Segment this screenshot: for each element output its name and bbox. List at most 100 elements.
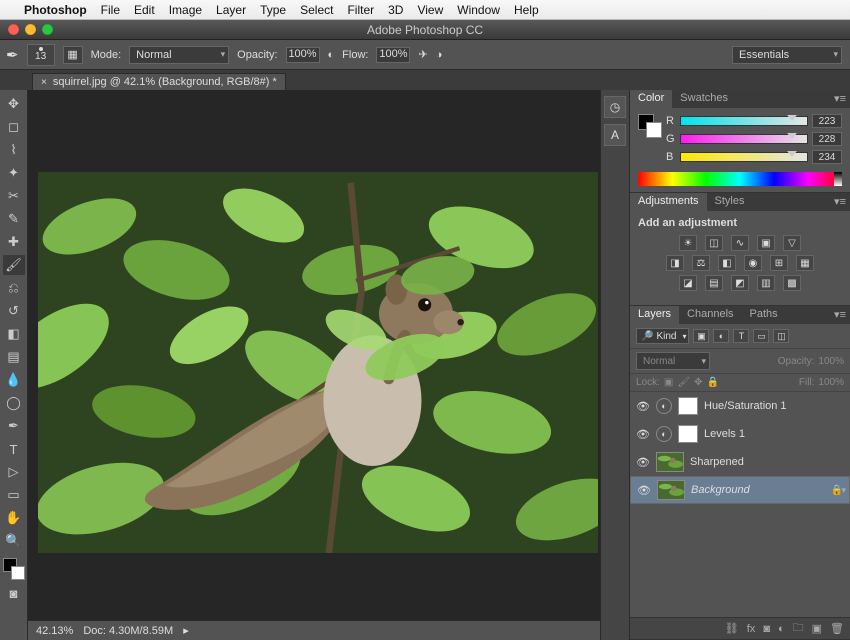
lock-pixels-icon[interactable]: 🖌 (677, 377, 690, 388)
opacity-pressure-icon[interactable]: ◐ (328, 49, 335, 61)
gradient-map-icon[interactable]: ▥ (757, 275, 775, 291)
visibility-toggle-icon[interactable]: 👁 (636, 400, 650, 413)
blur-tool[interactable]: 💧 (3, 370, 25, 390)
clone-stamp-tool[interactable]: ⎌ (3, 278, 25, 298)
tab-color[interactable]: Color (630, 90, 672, 108)
history-panel-icon[interactable]: ◷ (604, 96, 626, 118)
menu-3d[interactable]: 3D (388, 3, 403, 17)
tab-channels[interactable]: Channels (679, 306, 741, 324)
channel-mixer-icon[interactable]: ⊞ (770, 255, 788, 271)
tab-paths[interactable]: Paths (742, 306, 786, 324)
brush-tool[interactable]: 🖌 (3, 255, 25, 275)
color-panel-menu-icon[interactable]: ▾≡ (830, 90, 850, 108)
hand-tool[interactable]: ✋ (3, 508, 25, 528)
layer-mask-thumb[interactable] (678, 425, 698, 443)
filter-type-icon[interactable]: T (733, 329, 749, 343)
tab-swatches[interactable]: Swatches (672, 90, 736, 108)
menu-window[interactable]: Window (457, 3, 500, 17)
layer-fx-icon[interactable]: fx (747, 623, 756, 635)
quickmask-toggle[interactable]: ◙ (3, 583, 25, 603)
document-tab[interactable]: × squirrel.jpg @ 42.1% (Background, RGB/… (32, 73, 286, 90)
tab-adjustments[interactable]: Adjustments (630, 193, 707, 211)
hue-sat-icon[interactable]: ◨ (666, 255, 684, 271)
add-mask-icon[interactable]: ◙ (763, 623, 770, 635)
character-panel-icon[interactable]: A (604, 124, 626, 146)
dodge-tool[interactable]: ◯ (3, 393, 25, 413)
layer-row[interactable]: 👁 Background🔒 (630, 476, 850, 504)
blend-mode-select[interactable]: Normal (129, 46, 229, 64)
layer-opacity-value[interactable]: 100% (818, 356, 844, 367)
tab-styles[interactable]: Styles (707, 193, 753, 211)
gradient-tool[interactable]: ▤ (3, 347, 25, 367)
delete-layer-icon[interactable]: 🗑 (830, 622, 844, 635)
menu-image[interactable]: Image (169, 3, 202, 17)
zoom-tool[interactable]: 🔍 (3, 531, 25, 551)
menu-file[interactable]: File (101, 3, 120, 17)
visibility-toggle-icon[interactable]: 👁 (636, 456, 650, 469)
exposure-icon[interactable]: ▣ (757, 235, 775, 251)
layer-thumb[interactable] (656, 452, 684, 472)
layer-filter-kind[interactable]: 🔎Kind (636, 328, 689, 344)
new-group-icon[interactable]: 🗀 (793, 619, 804, 638)
layer-row[interactable]: 👁◐ Levels 1 (630, 420, 850, 448)
layer-row[interactable]: 👁◐ Hue/Saturation 1 (630, 392, 850, 420)
opacity-field[interactable]: 100% (286, 47, 320, 63)
lock-all-icon[interactable]: 🔒 (706, 377, 718, 388)
photo-filter-icon[interactable]: ◉ (744, 255, 762, 271)
tablet-pressure-icon[interactable]: ◑ (436, 49, 443, 61)
layers-panel-menu-icon[interactable]: ▾≡ (830, 306, 850, 324)
tab-layers[interactable]: Layers (630, 306, 679, 324)
pen-tool[interactable]: ✒ (3, 416, 25, 436)
brush-preset-picker[interactable]: 13 (27, 44, 55, 66)
color-lookup-icon[interactable]: ▦ (796, 255, 814, 271)
document-canvas[interactable] (38, 172, 598, 553)
filter-adjustment-icon[interactable]: ◐ (713, 329, 729, 343)
shape-tool[interactable]: ▭ (3, 485, 25, 505)
menu-filter[interactable]: Filter (347, 3, 374, 17)
doc-info[interactable]: Doc: 4.30M/8.59M (83, 625, 173, 637)
menu-help[interactable]: Help (514, 3, 539, 17)
b-slider[interactable] (680, 152, 808, 162)
threshold-icon[interactable]: ◩ (731, 275, 749, 291)
new-layer-icon[interactable]: ▣ (812, 622, 822, 635)
healing-brush-tool[interactable]: ✚ (3, 232, 25, 252)
adjustments-panel-menu-icon[interactable]: ▾≡ (830, 193, 850, 211)
brush-panel-toggle[interactable]: ▦ (63, 46, 83, 64)
foreground-background-swatch[interactable] (3, 558, 25, 580)
menu-layer[interactable]: Layer (216, 3, 246, 17)
type-tool[interactable]: T (3, 439, 25, 459)
path-select-tool[interactable]: ▷ (3, 462, 25, 482)
color-spectrum[interactable] (638, 172, 842, 186)
r-slider[interactable] (680, 116, 808, 126)
curves-icon[interactable]: ∿ (731, 235, 749, 251)
new-adjustment-icon[interactable]: ◐ (778, 623, 785, 635)
menu-type[interactable]: Type (260, 3, 286, 17)
lasso-tool[interactable]: ⌇ (3, 140, 25, 160)
invert-icon[interactable]: ◪ (679, 275, 697, 291)
layer-mask-thumb[interactable] (678, 397, 698, 415)
menu-edit[interactable]: Edit (134, 3, 155, 17)
marquee-tool[interactable]: ◻ (3, 117, 25, 137)
close-tab-icon[interactable]: × (41, 77, 47, 88)
bw-icon[interactable]: ◧ (718, 255, 736, 271)
vibrance-icon[interactable]: ▽ (783, 235, 801, 251)
tool-indicator-icon[interactable]: ✒ (6, 46, 19, 64)
g-slider[interactable] (680, 134, 808, 144)
status-arrow-icon[interactable]: ▸ (183, 624, 189, 637)
fill-value[interactable]: 100% (818, 377, 844, 388)
layer-thumb[interactable] (657, 480, 685, 500)
flow-field[interactable]: 100% (376, 47, 410, 63)
lock-position-icon[interactable]: ✥ (694, 377, 702, 388)
eyedropper-tool[interactable]: ✎ (3, 209, 25, 229)
selective-color-icon[interactable]: ▩ (783, 275, 801, 291)
history-brush-tool[interactable]: ↺ (3, 301, 25, 321)
visibility-toggle-icon[interactable]: 👁 (637, 484, 651, 497)
b-value[interactable]: 234 (812, 150, 842, 164)
menu-select[interactable]: Select (300, 3, 333, 17)
app-menu[interactable]: Photoshop (24, 3, 87, 17)
r-value[interactable]: 223 (812, 114, 842, 128)
eraser-tool[interactable]: ◧ (3, 324, 25, 344)
menu-view[interactable]: View (417, 3, 443, 17)
filter-pixel-icon[interactable]: ▣ (693, 329, 709, 343)
background-color[interactable] (11, 566, 25, 580)
